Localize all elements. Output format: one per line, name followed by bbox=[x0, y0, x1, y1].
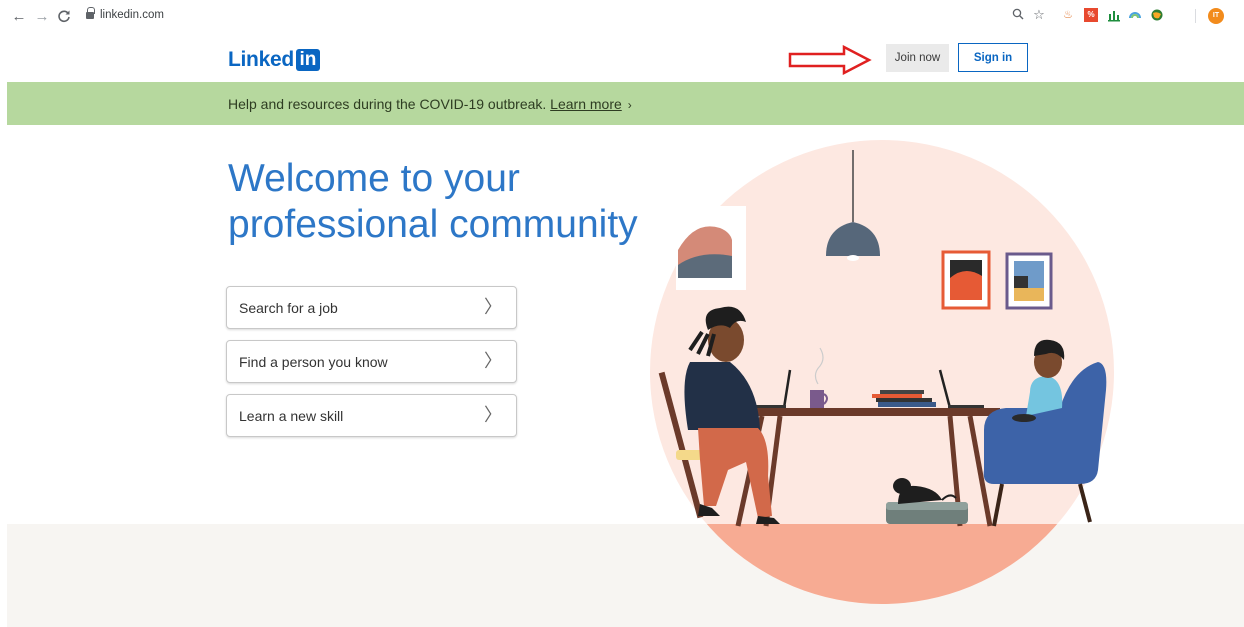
logo-badge: in bbox=[295, 49, 320, 71]
find-person-button[interactable]: Find a person you know 〉 bbox=[226, 340, 517, 383]
learn-skill-button[interactable]: Learn a new skill 〉 bbox=[226, 394, 517, 437]
search-job-button[interactable]: Search for a job 〉 bbox=[226, 286, 517, 329]
star-icon[interactable]: ☆ bbox=[1032, 8, 1046, 22]
chart-extension-icon[interactable] bbox=[1107, 8, 1121, 22]
table bbox=[742, 408, 1000, 416]
chevron-right-icon: 〉 bbox=[484, 351, 502, 371]
mug-icon bbox=[810, 390, 824, 408]
logo-wordmark: Linked bbox=[228, 48, 294, 71]
cloud-extension-icon[interactable] bbox=[1128, 8, 1142, 22]
red-arrow-annotation-icon bbox=[788, 45, 872, 75]
action-label: Search for a job bbox=[239, 300, 338, 316]
chevron-right-icon: › bbox=[627, 98, 632, 112]
reload-icon[interactable] bbox=[55, 9, 73, 27]
percent-extension-icon[interactable]: % bbox=[1084, 8, 1098, 22]
browser-toolbar: ← → linkedin.com ☆ ♨ % IT bbox=[0, 0, 1244, 34]
page-title: Welcome to your professional community bbox=[228, 156, 668, 248]
profile-avatar[interactable]: IT bbox=[1208, 8, 1224, 24]
action-label: Learn a new skill bbox=[239, 408, 344, 424]
site-header: Linked in Join now Sign in bbox=[0, 34, 1244, 82]
linkedin-logo[interactable]: Linked in bbox=[228, 48, 320, 72]
toolbar-divider bbox=[1195, 9, 1196, 23]
lock-icon bbox=[86, 7, 95, 21]
sign-in-button[interactable]: Sign in bbox=[958, 43, 1028, 72]
chevron-right-icon: 〉 bbox=[484, 405, 502, 425]
java-icon[interactable]: ♨ bbox=[1061, 8, 1075, 22]
join-now-button[interactable]: Join now bbox=[886, 44, 949, 72]
globe-extension-icon[interactable] bbox=[1150, 8, 1164, 22]
url-text: linkedin.com bbox=[100, 9, 164, 21]
arrow-right-icon[interactable]: → bbox=[33, 9, 51, 25]
covid-banner: Help and resources during the COVID-19 o… bbox=[7, 82, 1244, 125]
action-label: Find a person you know bbox=[239, 354, 388, 370]
learn-more-link[interactable]: Learn more bbox=[550, 96, 622, 112]
banner-message: Help and resources during the COVID-19 o… bbox=[228, 96, 551, 112]
arrow-left-icon[interactable]: ← bbox=[10, 9, 28, 25]
zoom-icon[interactable] bbox=[1011, 8, 1025, 22]
hero-illustration bbox=[650, 140, 1114, 604]
title-line-1: Welcome to your bbox=[228, 157, 520, 200]
chevron-right-icon: 〉 bbox=[484, 297, 502, 317]
title-line-2: professional community bbox=[228, 203, 638, 246]
